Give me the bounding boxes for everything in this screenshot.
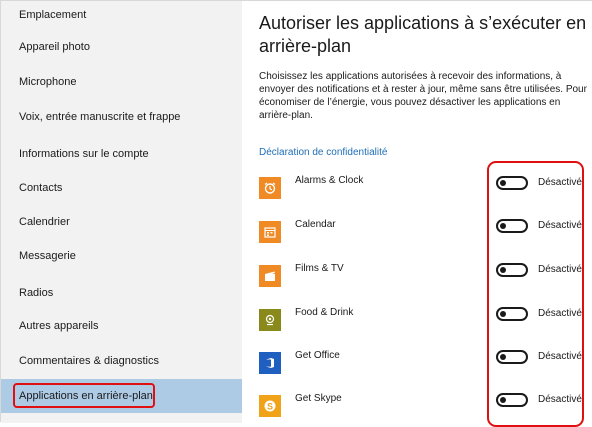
sidebar-item-label: Emplacement	[19, 9, 87, 21]
privacy-statement-link[interactable]: Déclaration de confidentialité	[259, 147, 387, 158]
selection-highlight-box	[13, 383, 155, 408]
sidebar-item-label: Informations sur le compte	[19, 148, 149, 160]
sidebar-item-label: Commentaires & diagnostics	[19, 355, 160, 367]
film-icon	[259, 265, 281, 287]
app-name: Get Skype	[295, 393, 342, 404]
toggles-highlight-box	[487, 161, 584, 427]
app-name: Alarms & Clock	[295, 175, 364, 186]
app-name: Get Office	[295, 350, 340, 361]
settings-window: Emplacement Appareil photo Microphone Vo…	[0, 0, 592, 427]
app-name: Films & TV	[295, 263, 344, 274]
office-icon	[259, 352, 281, 374]
sidebar-item-label: Calendrier	[19, 216, 70, 228]
sidebar-item-label: Appareil photo	[19, 41, 90, 53]
sidebar-item-emplacement[interactable]: Emplacement	[1, 0, 242, 32]
calendar-icon	[259, 221, 281, 243]
sidebar-item-radios[interactable]: Radios	[1, 276, 242, 310]
page-title: Autoriser les applications à s’exécuter …	[259, 13, 587, 56]
sidebar-item-label: Microphone	[19, 76, 77, 88]
sidebar-item-voix[interactable]: Voix, entrée manuscrite et frappe	[1, 100, 242, 134]
sidebar-item-label: Contacts	[19, 182, 63, 194]
sidebar-item-messagerie[interactable]: Messagerie	[1, 239, 242, 273]
sidebar-item-contacts[interactable]: Contacts	[1, 171, 242, 205]
sidebar-item-calendrier[interactable]: Calendrier	[1, 205, 242, 239]
sidebar-item-autres-appareils[interactable]: Autres appareils	[1, 309, 242, 343]
food-icon	[259, 309, 281, 331]
sidebar: Emplacement Appareil photo Microphone Vo…	[1, 1, 242, 423]
sidebar-item-informations-compte[interactable]: Informations sur le compte	[1, 137, 242, 171]
app-name: Food & Drink	[295, 307, 354, 318]
page-description: Choisissez les applications autorisées à…	[259, 71, 587, 121]
alarm-clock-icon	[259, 177, 281, 199]
skype-icon: S	[259, 395, 281, 417]
sidebar-item-label: Voix, entrée manuscrite et frappe	[19, 111, 181, 123]
sidebar-item-microphone[interactable]: Microphone	[1, 65, 242, 99]
sidebar-item-label: Autres appareils	[19, 320, 99, 332]
svg-text:S: S	[267, 402, 273, 412]
sidebar-item-appareil-photo[interactable]: Appareil photo	[1, 30, 242, 64]
app-name: Calendar	[295, 219, 336, 230]
sidebar-item-commentaires[interactable]: Commentaires & diagnostics	[1, 344, 242, 378]
sidebar-item-label: Messagerie	[19, 250, 76, 262]
sidebar-item-label: Radios	[19, 287, 54, 299]
